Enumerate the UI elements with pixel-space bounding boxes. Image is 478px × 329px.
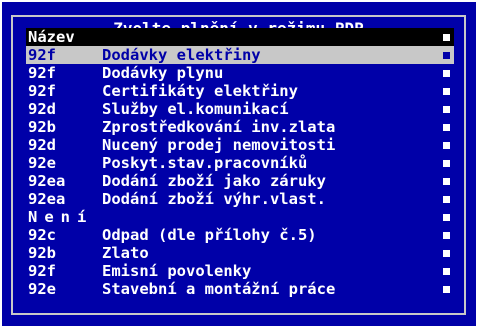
list-item[interactable]: 92d Služby el.komunikací <box>26 100 454 118</box>
item-code: 92b <box>28 118 56 136</box>
item-label: Dodání zboží výhr.vlast. <box>102 190 326 208</box>
item-label: Není <box>28 208 94 226</box>
scroll-marker-icon <box>443 232 450 239</box>
list-item[interactable]: 92c Odpad (dle přílohy č.5) <box>26 226 454 244</box>
list-item[interactable]: 92e Stavební a montážní práce <box>26 280 454 298</box>
scroll-marker-icon <box>443 106 450 113</box>
option-list[interactable]: Název 92f Dodávky elektřiny 92f Dodávky ply… <box>26 28 454 298</box>
item-label: Stavební a montážní práce <box>102 280 336 298</box>
list-item[interactable]: 92b Zprostředkování inv.zlata <box>26 118 454 136</box>
item-label: Poskyt.stav.pracovníků <box>102 154 308 172</box>
scroll-marker-icon <box>443 88 450 95</box>
item-label: Nucený prodej nemovitosti <box>102 136 336 154</box>
item-code: 92f <box>28 46 56 64</box>
list-item[interactable]: 92b Zlato <box>26 244 454 262</box>
list-group-row[interactable]: Není <box>26 208 454 226</box>
item-label: Zlato <box>102 244 149 262</box>
list-item[interactable]: 92f Dodávky plynu <box>26 64 454 82</box>
item-code: 92f <box>28 82 56 100</box>
item-code: 92ea <box>28 172 66 190</box>
scroll-marker-icon <box>443 124 450 131</box>
item-code: 92ea <box>28 190 66 208</box>
item-code: 92e <box>28 154 56 172</box>
item-code: 92c <box>28 226 56 244</box>
item-code: 92d <box>28 136 56 154</box>
list-item[interactable]: 92f Certifikáty elektřiny <box>26 82 454 100</box>
scroll-marker-icon <box>443 70 450 77</box>
item-code: 92f <box>28 64 56 82</box>
scroll-marker-icon <box>443 34 450 41</box>
dialog-window: Zvolte plnění v režimu PDP Název 92fDodá… <box>2 2 476 326</box>
item-label: Odpad (dle přílohy č.5) <box>102 226 317 244</box>
item-code: 92d <box>28 100 56 118</box>
item-label: Zprostředkování inv.zlata <box>102 118 336 136</box>
scroll-marker-icon <box>443 52 450 59</box>
list-item[interactable]: 92ea Dodání zboží výhr.vlast. <box>26 190 454 208</box>
list-item[interactable]: 92f Emisní povolenky <box>26 262 454 280</box>
list-header: Název <box>26 28 454 46</box>
column-header-name: Název <box>28 28 75 46</box>
scroll-marker-icon <box>443 268 450 275</box>
scroll-marker-icon <box>443 196 450 203</box>
scroll-marker-icon <box>443 160 450 167</box>
scroll-marker-icon <box>443 142 450 149</box>
screen: Zvolte plnění v režimu PDP Název 92fDodá… <box>0 0 478 329</box>
item-label: Dodání zboží jako záruky <box>102 172 326 190</box>
item-label: Dodávky elektřiny <box>102 46 261 64</box>
scroll-marker-icon <box>443 286 450 293</box>
scroll-marker-icon <box>443 214 450 221</box>
item-label: Služby el.komunikací <box>102 100 289 118</box>
list-item[interactable]: 92e Poskyt.stav.pracovníků <box>26 154 454 172</box>
scroll-marker-icon <box>443 178 450 185</box>
item-label: Dodávky plynu <box>102 64 224 82</box>
item-label: Certifikáty elektřiny <box>102 82 298 100</box>
item-code: 92e <box>28 280 56 298</box>
item-label: Emisní povolenky <box>102 262 252 280</box>
scroll-marker-icon <box>443 250 450 257</box>
item-code: 92f <box>28 262 56 280</box>
list-item[interactable]: 92f Dodávky elektřiny <box>26 46 454 64</box>
list-item[interactable]: 92d Nucený prodej nemovitosti <box>26 136 454 154</box>
item-code: 92b <box>28 244 56 262</box>
list-item[interactable]: 92ea Dodání zboží jako záruky <box>26 172 454 190</box>
